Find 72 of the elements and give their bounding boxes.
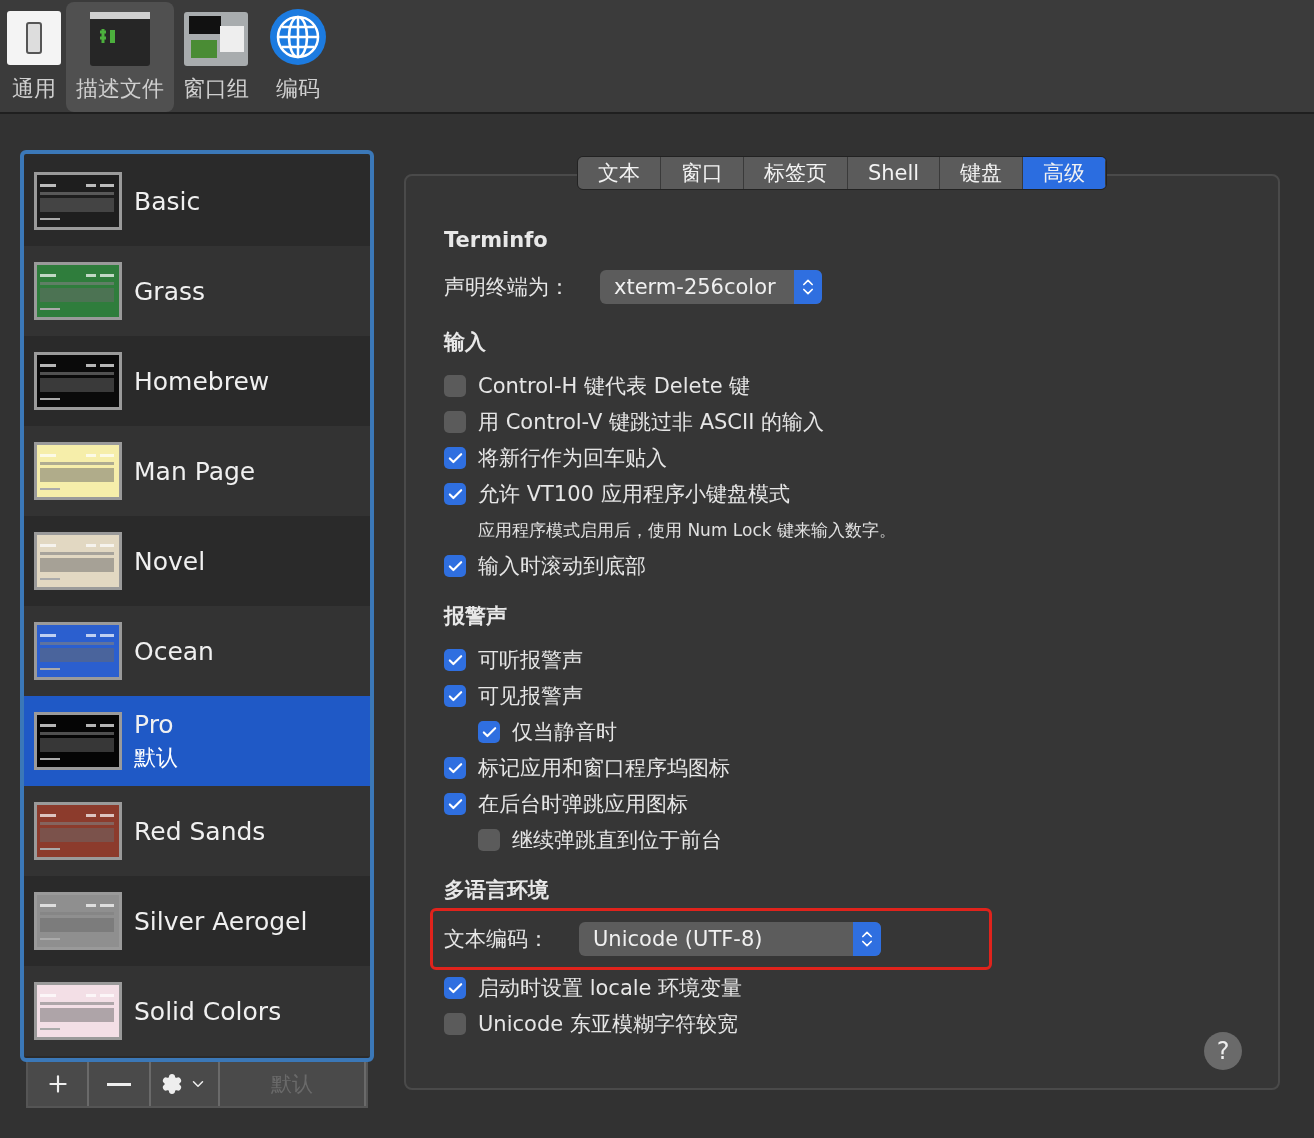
- toolbar-tab[interactable]: 窗口组: [174, 2, 258, 112]
- settings-icon: [161, 1073, 184, 1095]
- checkbox[interactable]: [444, 757, 466, 779]
- popup-select[interactable]: Unicode (UTF-8): [579, 922, 881, 956]
- checkbox-label: 在后台时弹跳应用图标: [478, 791, 688, 818]
- tab[interactable]: 文本: [577, 157, 661, 189]
- profile-row[interactable]: Grass: [24, 246, 370, 336]
- checkbox[interactable]: [444, 685, 466, 707]
- checkbox-label: 将新行作为回车贴入: [478, 445, 667, 472]
- profile-name: Pro: [134, 709, 175, 739]
- section-title: 多语言环境: [444, 877, 550, 904]
- field-label: 文本编码：: [444, 926, 549, 953]
- profile-name: Red Sands: [134, 816, 266, 846]
- checkbox-label: 允许 VT100 应用程序小键盘模式: [478, 481, 790, 508]
- tab[interactable]: 标签页: [743, 157, 848, 189]
- section-title: 报警声: [444, 603, 508, 630]
- profile-name: Grass: [134, 276, 206, 306]
- toolbar-tab[interactable]: 描述文件: [66, 2, 174, 112]
- profile-name: Novel: [134, 546, 206, 576]
- checkbox-label: 可见报警声: [478, 683, 583, 710]
- checkbox[interactable]: [444, 375, 466, 397]
- tab[interactable]: 键盘: [940, 157, 1024, 189]
- checkbox-label: 继续弹跳直到位于前台: [512, 827, 722, 854]
- tab[interactable]: 高级: [1023, 157, 1107, 189]
- plus-button[interactable]: [28, 1062, 90, 1106]
- checkbox-label: 输入时滚动到底部: [478, 553, 646, 580]
- switch-icon: [6, 10, 62, 66]
- checkbox-label: 仅当静音时: [512, 719, 617, 746]
- checkbox-label: Unicode 东亚模糊字符较宽: [478, 1011, 738, 1038]
- checkbox[interactable]: [478, 829, 500, 851]
- tab[interactable]: 窗口: [660, 157, 744, 189]
- profile-name: Man Page: [134, 456, 256, 486]
- profile-row[interactable]: Ocean: [24, 606, 370, 696]
- tab[interactable]: Shell: [847, 157, 941, 189]
- checkbox-label: Control-H 键代表 Delete 键: [478, 373, 751, 400]
- checkbox[interactable]: [478, 721, 500, 743]
- checkbox[interactable]: [444, 649, 466, 671]
- hint-text: 应用程序模式启用后，使用 Num Lock 键来输入数字。: [477, 518, 897, 542]
- checkbox[interactable]: [444, 555, 466, 577]
- profile-row[interactable]: Solid Colors: [24, 966, 370, 1056]
- checkbox-label: 用 Control-V 键跳过非 ASCII 的输入: [478, 409, 825, 436]
- toolbar-tab[interactable]: 编码: [258, 2, 338, 112]
- minus-icon: [106, 1082, 131, 1086]
- checkbox[interactable]: [444, 977, 466, 999]
- field-label: 声明终端为：: [444, 274, 570, 301]
- checkbox[interactable]: [444, 793, 466, 815]
- profile-row[interactable]: Red Sands: [24, 786, 370, 876]
- help-button[interactable]: ?: [1204, 1032, 1242, 1070]
- settings-button[interactable]: [150, 1062, 220, 1106]
- section-title: Terminfo: [444, 228, 549, 252]
- profile-name: Homebrew: [134, 366, 270, 396]
- checkbox[interactable]: [444, 447, 466, 469]
- toolbar-tab[interactable]: 通用: [2, 2, 66, 112]
- section-title: 输入: [444, 329, 487, 356]
- profile-name: Silver Aerogel: [134, 906, 308, 936]
- profile-name: Ocean: [134, 636, 214, 666]
- terminal-icon: [90, 12, 150, 66]
- checkbox-label: 启动时设置 locale 环境变量: [478, 975, 743, 1002]
- minus-button[interactable]: [89, 1062, 151, 1106]
- profile-row[interactable]: Pro 默认: [24, 696, 370, 786]
- popup-select[interactable]: xterm-256color: [600, 270, 822, 304]
- globe-icon: [269, 8, 327, 66]
- profile-name: Solid Colors: [134, 996, 282, 1026]
- checkbox[interactable]: [444, 483, 466, 505]
- checkbox-label: 可听报警声: [478, 647, 583, 674]
- profile-row[interactable]: Man Page: [24, 426, 370, 516]
- checkbox-label: 标记应用和窗口程序坞图标: [478, 755, 730, 782]
- checkbox[interactable]: [444, 1013, 466, 1035]
- checkbox[interactable]: [444, 411, 466, 433]
- default-label: 默认: [134, 743, 178, 772]
- terminal-windows-icon: [184, 12, 248, 66]
- profile-name: Basic: [134, 186, 201, 216]
